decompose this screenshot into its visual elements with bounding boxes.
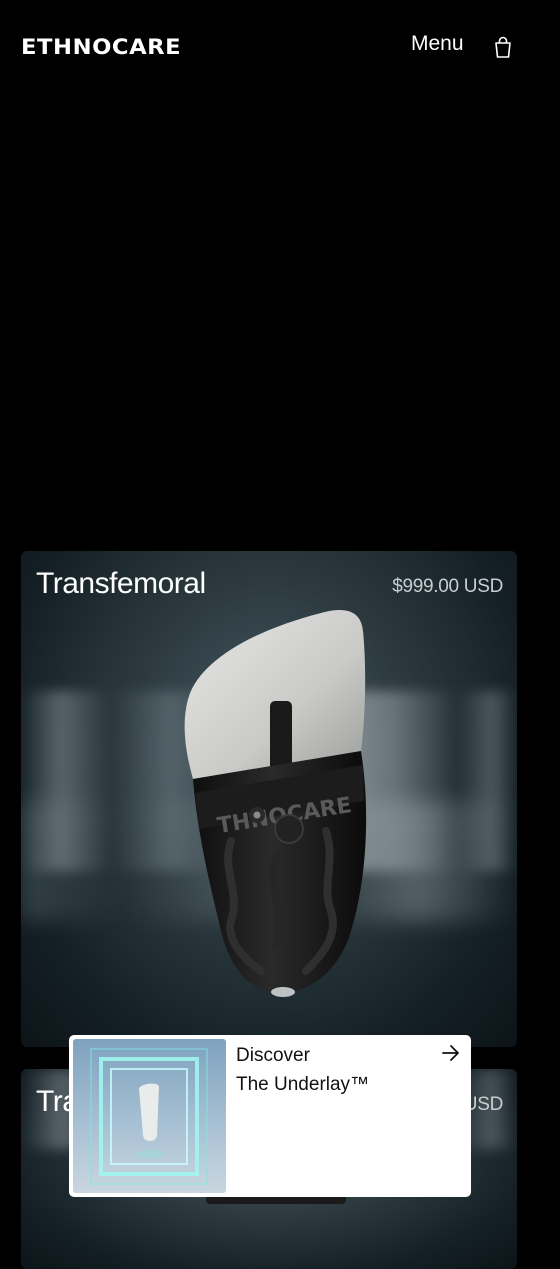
promo-line-1: Discover (236, 1045, 310, 1066)
underlay-thumbnail (73, 1039, 226, 1193)
arrow-right-icon[interactable] (441, 1044, 461, 1062)
shopping-bag-icon[interactable] (492, 35, 514, 59)
promo-line-2: The Underlay™ (236, 1074, 370, 1095)
promo-text[interactable]: Discover The Underlay™ (236, 1041, 369, 1099)
site-logo[interactable]: ETHNOCARE (21, 34, 181, 60)
product-card-transfemoral[interactable]: THNOCARE Transfemoral $999.00 USD (21, 551, 517, 1047)
product-title[interactable]: Transfemoral (36, 567, 206, 601)
product-price: $999.00 USD (392, 576, 503, 597)
site-header: ETHNOCARE Menu (0, 0, 560, 92)
menu-button[interactable]: Menu (411, 30, 464, 58)
prosthetic-liner-image: THNOCARE (184, 610, 367, 997)
discover-underlay-promo[interactable]: Discover The Underlay™ (69, 1035, 471, 1197)
